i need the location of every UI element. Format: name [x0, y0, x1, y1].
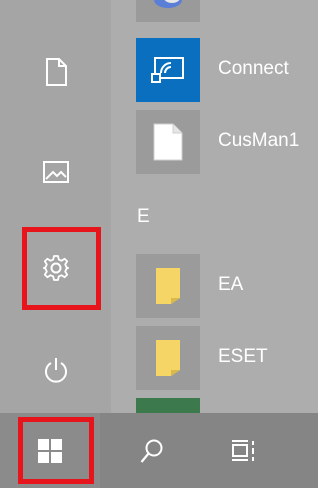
power-icon	[44, 358, 67, 383]
app-row-eset[interactable]: ESET	[111, 326, 318, 390]
start-button[interactable]	[0, 413, 100, 488]
rail-documents-button[interactable]	[0, 36, 111, 108]
app-icon-partial	[154, 0, 182, 8]
file-icon	[153, 123, 183, 161]
task-view-button[interactable]	[214, 413, 272, 488]
app-row-cusman[interactable]: CusMan1	[111, 110, 318, 174]
settings-highlight-box	[22, 227, 101, 310]
connect-tile	[136, 38, 200, 102]
start-highlight-box	[18, 417, 94, 484]
app-tile-partial-bottom[interactable]	[136, 398, 200, 413]
start-menu-rail	[0, 0, 111, 413]
eset-tile	[136, 326, 200, 390]
document-icon	[45, 58, 67, 86]
start-menu-screen: Connect CusMan1 E EA ESET	[0, 0, 318, 488]
task-view-icon	[232, 439, 254, 461]
folder-icon	[156, 340, 180, 376]
connect-label: Connect	[218, 58, 289, 79]
picture-icon	[42, 161, 69, 183]
search-button[interactable]	[124, 413, 180, 488]
search-icon	[140, 439, 163, 463]
rail-power-button[interactable]	[0, 334, 111, 406]
ea-tile	[136, 254, 200, 318]
rail-pictures-button[interactable]	[0, 136, 111, 208]
taskbar	[0, 413, 318, 488]
ea-label: EA	[218, 274, 244, 295]
eset-label: ESET	[218, 346, 268, 367]
app-list: Connect CusMan1 E EA ESET	[111, 0, 318, 413]
cusman-label: CusMan1	[218, 130, 300, 151]
connect-icon	[151, 57, 184, 83]
app-row-ea[interactable]: EA	[111, 254, 318, 318]
folder-icon	[156, 268, 180, 304]
app-tile-partial	[136, 0, 200, 22]
app-row-partial[interactable]	[111, 0, 318, 22]
cusman-tile	[136, 110, 200, 174]
app-row-connect[interactable]: Connect	[111, 38, 318, 102]
section-header-e[interactable]: E	[137, 206, 150, 228]
